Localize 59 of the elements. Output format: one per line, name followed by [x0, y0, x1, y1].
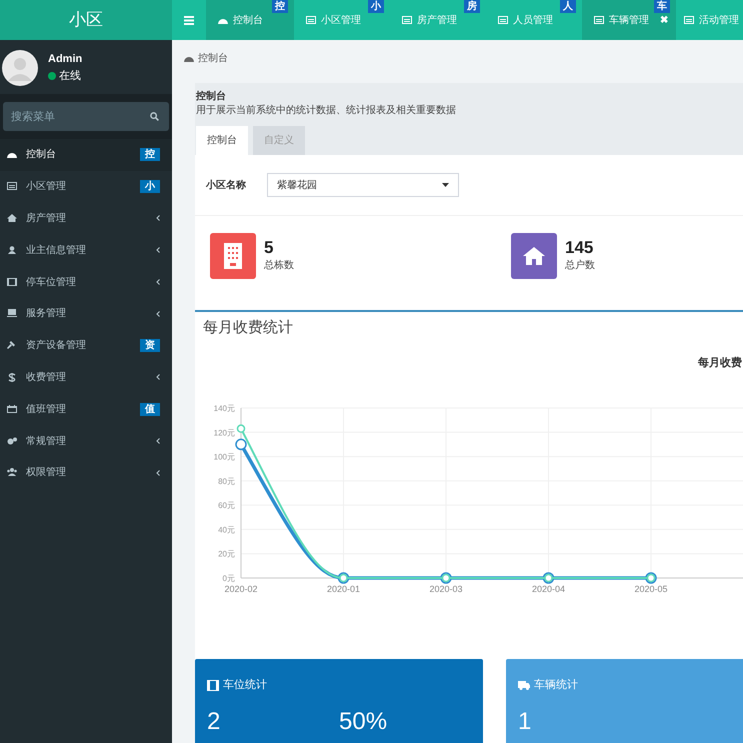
x-tick-label: 2020-03: [429, 584, 463, 594]
y-tick-label: 20元: [218, 549, 235, 558]
menu-item[interactable]: 值班管理 值: [0, 393, 172, 426]
user-status: 在线: [59, 68, 81, 84]
tab-badge: 车: [654, 0, 670, 13]
menu-item[interactable]: 常规管理: [0, 425, 172, 457]
tab-badge: 人: [560, 0, 576, 13]
stat-label: 总栋数: [264, 258, 294, 273]
stat-label: 总户数: [565, 258, 595, 273]
stat-value: 5: [264, 238, 274, 258]
nav-tab[interactable]: 人员管理 人: [486, 0, 582, 40]
menu-item[interactable]: 资产设备管理 资: [0, 330, 172, 362]
stat-value: 145: [565, 238, 594, 258]
page-title: 控制台: [196, 90, 227, 104]
tab-badge: 控: [272, 0, 288, 13]
chart-title: 每月收费: [698, 356, 742, 368]
x-tick-label: 2020-01: [326, 584, 360, 594]
y-tick-label: 0元: [222, 574, 235, 582]
y-tick-label: 140元: [214, 404, 235, 412]
menu-item[interactable]: 服务管理: [0, 298, 172, 330]
y-tick-label: 40元: [218, 524, 235, 534]
menu-badge: 资: [140, 339, 160, 352]
card-value: 2: [207, 706, 222, 736]
card-title: 车位统计: [223, 678, 267, 693]
x-tick-label: 2020-02: [224, 584, 258, 594]
menu-item[interactable]: 房产管理: [0, 202, 172, 234]
y-tick-label: 60元: [218, 500, 235, 510]
nav-tab[interactable]: 控制台 控: [206, 0, 294, 40]
panel-title: 每月收费统计: [202, 318, 294, 338]
nav-tab[interactable]: 房产管理 房: [390, 0, 486, 40]
menu-item[interactable]: 业主信息管理: [0, 234, 172, 266]
page-tab[interactable]: 控制台: [196, 126, 248, 155]
user-name: Admin: [48, 52, 82, 67]
menu-item[interactable]: 控制台 控: [0, 139, 172, 171]
card-value: 50%: [339, 706, 388, 736]
menu-item[interactable]: 小区管理 小: [0, 170, 172, 203]
nav-tab[interactable]: 小区管理 小: [294, 0, 390, 40]
search-field[interactable]: 搜索菜单: [3, 102, 169, 131]
y-tick-label: 80元: [218, 476, 235, 486]
breadcrumb[interactable]: 控制台: [198, 50, 228, 66]
menu-item[interactable]: 停车位管理: [0, 266, 172, 298]
logo: 小区: [0, 0, 172, 40]
community-select[interactable]: 紫馨花园: [267, 173, 459, 197]
card-title: 车辆统计: [534, 678, 578, 693]
page-description: 用于展示当前系统中的统计数据、统计报表及相关重要数据: [196, 104, 457, 117]
tab-badge: 小: [368, 0, 384, 13]
menu-item[interactable]: 收费管理: [0, 362, 172, 394]
card-value: 1: [518, 706, 532, 736]
menu-badge: 值: [140, 402, 160, 416]
y-tick-label: 100元: [214, 452, 235, 462]
menu-badge: 控: [140, 148, 160, 162]
x-tick-label: 2020-04: [532, 584, 566, 594]
y-tick-label: 120元: [214, 428, 235, 437]
nav-tab[interactable]: 车辆管理 ✖ 车: [582, 0, 676, 40]
menu-badge: 小: [140, 180, 160, 194]
x-tick-label: 2020-05: [634, 584, 668, 594]
tab-badge: 房: [464, 0, 480, 13]
filter-label: 小区名称: [206, 178, 247, 192]
menu-item[interactable]: 权限管理: [0, 456, 172, 489]
